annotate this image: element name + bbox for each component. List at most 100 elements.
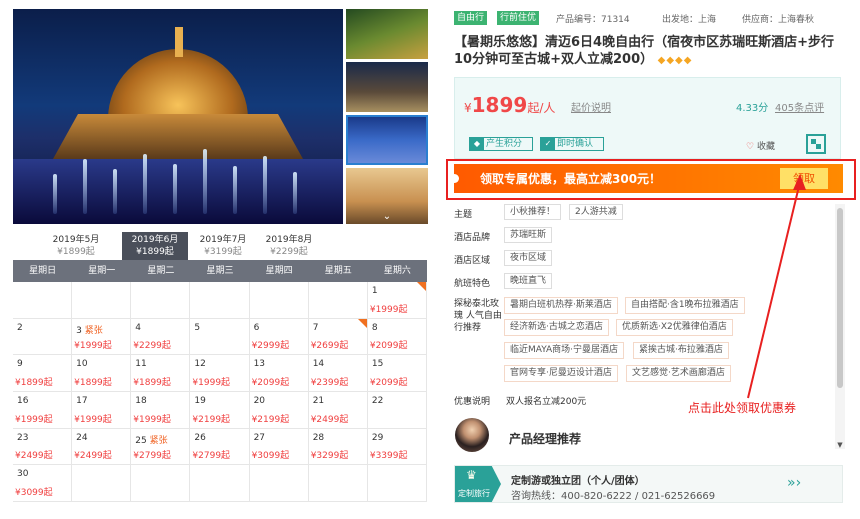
thumbnail-2[interactable]: [346, 62, 428, 112]
day-number: 19: [194, 396, 206, 406]
qr-code-icon[interactable]: [806, 134, 826, 154]
month-tab[interactable]: 2019年8月 ¥2299起: [256, 232, 322, 260]
month-label: 2019年7月: [199, 235, 247, 245]
area-label: 酒店区域: [454, 256, 491, 266]
day-number: 13: [253, 359, 266, 370]
month-price: ¥1899起: [57, 247, 95, 257]
calendar-day[interactable]: 17 ¥1999起: [72, 392, 132, 429]
brand-label: 酒店品牌: [454, 233, 491, 243]
calendar-empty: [131, 282, 191, 319]
recommend-tag[interactable]: 经济新选·古城之恋酒店: [504, 319, 609, 336]
corner-flag-icon: [416, 282, 426, 291]
calendar-day[interactable]: 24 ¥2499起: [72, 428, 132, 466]
supplier: 供应商：上海春秋: [742, 15, 815, 25]
scroll-down-icon[interactable]: ▼: [835, 441, 845, 449]
calendar-day[interactable]: 27 ¥3099起: [249, 428, 309, 466]
calendar-day[interactable]: 29 ¥3399起: [367, 428, 427, 466]
main-photo[interactable]: [13, 9, 343, 224]
month-label: 2019年5月: [52, 235, 100, 245]
calendar-day[interactable]: 5: [190, 318, 250, 356]
promo-note-value: 双人报名立减200元: [506, 397, 587, 407]
calendar-day[interactable]: 6 ¥2999起: [249, 318, 309, 356]
favorite-button[interactable]: ♡ 收藏: [746, 139, 775, 152]
calendar-day[interactable]: 1 ¥1999起: [367, 282, 427, 319]
recommend-tag[interactable]: 官网专享·尼曼迈设计酒店: [504, 365, 618, 382]
calendar-day[interactable]: 7 ¥2699起: [308, 318, 368, 356]
reviews-link[interactable]: 405条点评: [775, 99, 824, 114]
calendar-day[interactable]: 11 ¥1899起: [131, 355, 191, 392]
chevron-down-icon[interactable]: ⌄: [346, 210, 428, 224]
rating-stars-icon: ◆◆◆◆: [657, 55, 693, 66]
theme-tag[interactable]: 小秋推荐！: [504, 204, 562, 220]
points-icon: ◆: [470, 138, 484, 150]
calendar-day[interactable]: 8 ¥2099起: [367, 318, 427, 356]
month-tab[interactable]: 2019年6月 ¥1899起: [122, 232, 188, 260]
day-number: 20: [253, 396, 266, 406]
calendar-day[interactable]: 10 ¥1899起: [72, 355, 132, 392]
recommend-tag[interactable]: 暑期白班机热荐·斯莱酒店: [504, 297, 618, 314]
promo-text: 领取专属优惠，最高立减300元！: [480, 172, 662, 186]
day-number: 6: [253, 322, 260, 333]
day-number: 21: [312, 396, 325, 406]
day-price: ¥1999起: [192, 377, 231, 388]
calendar-day[interactable]: 20 ¥2199起: [249, 392, 309, 429]
manager-title: 产品经理推荐: [509, 432, 582, 446]
brand-tag[interactable]: 苏瑞旺斯: [504, 227, 553, 243]
scrollbar[interactable]: ▼: [835, 204, 845, 449]
calendar-day[interactable]: 4 ¥2299起: [131, 318, 191, 356]
calendar-day[interactable]: 14 ¥2399起: [308, 355, 368, 392]
calendar-empty: [308, 465, 368, 502]
heart-icon: ♡: [746, 142, 755, 152]
calendar-header: 星期日 星期一 星期二 星期三 星期四 星期五 星期六: [13, 260, 427, 282]
theme-tag[interactable]: 2人游共减: [569, 204, 623, 220]
month-price: ¥3199起: [204, 247, 242, 257]
calendar-day[interactable]: 28 ¥3299起: [308, 428, 368, 466]
calendar-empty: [72, 282, 132, 319]
area-tag[interactable]: 夜市区域: [504, 250, 553, 266]
calendar-day[interactable]: 15 ¥2099起: [367, 355, 427, 392]
calendar-empty: [131, 465, 191, 502]
day-number: 15: [371, 359, 384, 370]
day-price: ¥3099起: [251, 451, 290, 462]
calendar-day[interactable]: 19 ¥2199起: [190, 392, 250, 429]
calendar-day[interactable]: 25 紧张 ¥2799起: [131, 428, 191, 466]
day-price: ¥2099起: [369, 377, 408, 388]
calendar-day[interactable]: 12 ¥1999起: [190, 355, 250, 392]
day-price: ¥1899起: [133, 377, 171, 388]
month-tab[interactable]: 2019年5月 ¥1899起: [43, 232, 109, 260]
month-tab[interactable]: 2019年7月 ¥3199起: [190, 232, 256, 260]
calendar-day[interactable]: 3 紧张 ¥1999起: [72, 318, 132, 356]
calendar-day[interactable]: 21 ¥2499起: [308, 392, 368, 429]
calendar-empty: [249, 282, 309, 319]
day-price: ¥2999起: [251, 341, 290, 352]
month-tabs: 2019年5月 ¥1899起 2019年6月 ¥1899起 2019年7月 ¥3199起 2…: [13, 232, 427, 260]
weekday-header: 星期五: [324, 266, 352, 276]
day-number: 26: [194, 432, 206, 443]
calendar-day[interactable]: 23 ¥2499起: [13, 428, 73, 466]
day-price: ¥2099起: [369, 341, 408, 352]
double-chevron-right-icon[interactable]: »›: [787, 475, 801, 491]
calendar-day[interactable]: 30 ¥3099起: [13, 465, 73, 502]
day-number: 24: [76, 432, 88, 443]
thumbnail-3[interactable]: [346, 115, 428, 165]
calendar-day[interactable]: 18 ¥1999起: [131, 392, 191, 429]
calendar-day[interactable]: 22: [367, 392, 427, 429]
day-price: ¥1899起: [74, 377, 112, 388]
price-explain-link[interactable]: 起价说明: [571, 99, 611, 114]
flight-tag[interactable]: 晚班直飞: [504, 273, 553, 289]
day-number: 23: [17, 432, 29, 443]
calendar-day[interactable]: 2: [13, 318, 73, 356]
calendar-empty: [72, 465, 132, 502]
calendar-day[interactable]: 13 ¥2099起: [249, 355, 309, 392]
day-number: 4: [135, 322, 142, 333]
calendar-day[interactable]: 16 ¥1999起: [13, 392, 73, 429]
flight-label: 航班特色: [454, 279, 491, 289]
calendar-day[interactable]: 26 ¥2799起: [190, 428, 250, 466]
day-price: ¥1999起: [369, 304, 408, 315]
recommend-tag[interactable]: 临近MAYA商场·宁曼居酒店: [504, 342, 625, 359]
thumbnail-1[interactable]: [346, 9, 428, 59]
day-price: ¥1899起: [15, 377, 53, 388]
avatar: [455, 418, 489, 452]
badge-early-stay: 行前住优: [497, 11, 540, 25]
calendar-day[interactable]: 9 ¥1899起: [13, 355, 73, 392]
